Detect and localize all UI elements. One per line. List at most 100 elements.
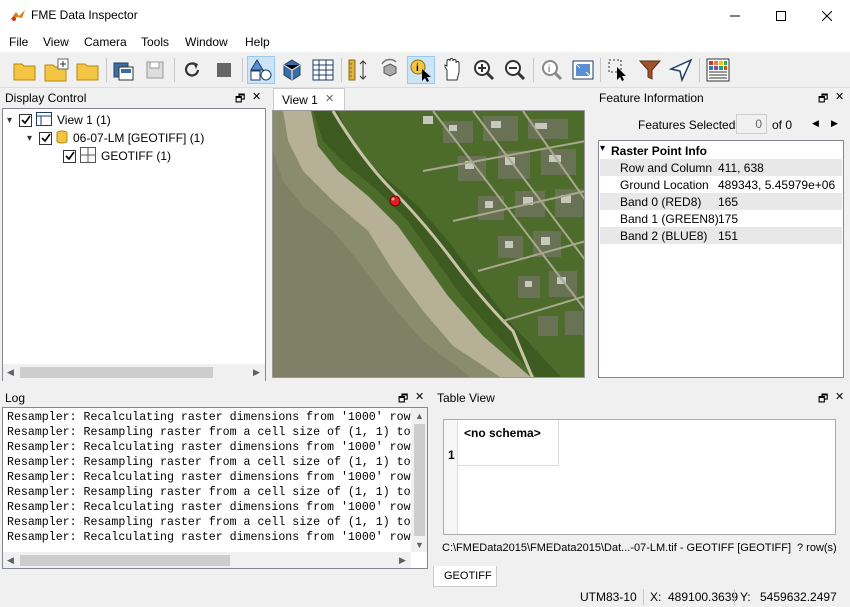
table-view-title: Table View bbox=[437, 391, 495, 405]
y-coord-value: 5459632.2497 bbox=[760, 590, 837, 604]
row-key: Band 1 (GREEN8) bbox=[620, 212, 719, 226]
query-icon[interactable]: i bbox=[538, 56, 566, 84]
feature-info-title: Feature Information bbox=[599, 91, 704, 105]
log-line: Resampler: Recalculating raster dimensio… bbox=[7, 441, 411, 454]
chevron-down-icon[interactable]: ▾ bbox=[600, 143, 605, 154]
raster-icon bbox=[80, 146, 96, 166]
tab-geotiff[interactable]: GEOTIFF bbox=[433, 566, 497, 587]
row-value: 165 bbox=[718, 195, 739, 209]
tab-view-1[interactable]: View 1 ✕ bbox=[273, 88, 345, 110]
close-icon[interactable]: ✕ bbox=[325, 92, 334, 105]
previous-feature-icon[interactable]: ◀ bbox=[812, 118, 819, 129]
log-line: Resampler: Recalculating raster dimensio… bbox=[7, 531, 411, 544]
scroll-right-icon[interactable]: ▶ bbox=[399, 555, 406, 566]
log-line: Resampler: Resampling raster from a cell… bbox=[7, 516, 411, 529]
row-key: Band 0 (RED8) bbox=[620, 195, 702, 209]
scroll-left-icon[interactable]: ◀ bbox=[7, 555, 14, 566]
x-coord-label: X: bbox=[650, 590, 662, 604]
maximize-button[interactable] bbox=[758, 0, 804, 31]
next-feature-icon[interactable]: ▶ bbox=[831, 118, 838, 129]
add-dataset-icon[interactable] bbox=[43, 56, 71, 84]
tab-label: GEOTIFF bbox=[444, 570, 492, 582]
menu-file[interactable]: File bbox=[9, 35, 28, 49]
close-icon[interactable]: ✕ bbox=[415, 390, 424, 403]
row-key: Row and Column bbox=[620, 161, 713, 175]
save-icon[interactable] bbox=[142, 56, 170, 84]
save-view-icon[interactable] bbox=[110, 56, 138, 84]
checkbox[interactable] bbox=[19, 113, 32, 127]
table-grid[interactable]: <no schema> 1 bbox=[443, 419, 836, 535]
row-value: 175 bbox=[718, 212, 739, 226]
chevron-down-icon[interactable]: ▾ bbox=[27, 133, 39, 144]
float-icon[interactable]: 🗗 bbox=[235, 90, 245, 109]
menu-view[interactable]: View bbox=[43, 35, 69, 49]
close-icon[interactable]: ✕ bbox=[252, 90, 261, 103]
3d-view-icon[interactable] bbox=[278, 56, 306, 84]
close-window-button[interactable] bbox=[804, 0, 850, 31]
menu-tools[interactable]: Tools bbox=[141, 35, 169, 49]
map-canvas[interactable] bbox=[272, 110, 585, 378]
scroll-down-icon[interactable]: ▼ bbox=[415, 540, 424, 550]
background-map-icon[interactable] bbox=[704, 56, 732, 84]
float-icon[interactable]: 🗗 bbox=[818, 390, 828, 409]
y-coord-label: Y: bbox=[740, 590, 751, 604]
select-icon[interactable] bbox=[605, 56, 633, 84]
2d-view-icon[interactable] bbox=[247, 56, 275, 84]
row-number[interactable]: 1 bbox=[448, 448, 455, 462]
menu-camera[interactable]: Camera bbox=[84, 35, 127, 49]
zoom-out-icon[interactable] bbox=[501, 56, 529, 84]
features-selected-input[interactable]: 0 bbox=[736, 114, 767, 134]
table-source-path: C:\FMEData2015\FMEData2015\Dat...-07-LM.… bbox=[442, 542, 792, 554]
feature-info-row: Band 2 (BLUE8) 151 bbox=[600, 227, 842, 244]
log-line: Resampler: Recalculating raster dimensio… bbox=[7, 411, 411, 424]
tree-item-view[interactable]: ▾ View 1 (1) bbox=[7, 111, 111, 129]
feature-info-header: Feature Information 🗗 ✕ bbox=[594, 89, 850, 107]
measure-icon[interactable] bbox=[345, 56, 373, 84]
refresh-icon[interactable] bbox=[178, 56, 206, 84]
log-output[interactable]: Resampler: Recalculating raster dimensio… bbox=[2, 407, 428, 569]
horizontal-scrollbar[interactable]: ◀ ▶ bbox=[3, 552, 411, 568]
horizontal-scrollbar[interactable]: ◀ ▶ bbox=[3, 364, 265, 381]
row-value: 411, 638 bbox=[718, 161, 764, 175]
zoom-in-icon[interactable] bbox=[470, 56, 498, 84]
close-icon[interactable]: ✕ bbox=[835, 390, 844, 403]
scroll-left-icon[interactable]: ◀ bbox=[7, 367, 14, 378]
filter-icon[interactable] bbox=[636, 56, 664, 84]
inspect-select-icon[interactable]: i bbox=[407, 56, 435, 84]
checkbox[interactable] bbox=[39, 131, 52, 145]
feature-info-row: Band 0 (RED8) 165 bbox=[600, 193, 842, 210]
row-value: 151 bbox=[718, 229, 739, 243]
tree-item-label: GEOTIFF (1) bbox=[101, 149, 171, 163]
tree-item-label: 06-07-LM [GEOTIFF] (1) bbox=[73, 131, 205, 145]
row-header-column bbox=[444, 420, 458, 534]
raster-point-info-section[interactable]: ▾ Raster Point Info bbox=[600, 142, 842, 159]
menu-help[interactable]: Help bbox=[245, 35, 270, 49]
window-title: FME Data Inspector bbox=[31, 8, 138, 22]
log-line: Resampler: Resampling raster from a cell… bbox=[7, 486, 411, 499]
open-folder-icon[interactable] bbox=[11, 56, 39, 84]
stop-icon[interactable] bbox=[210, 56, 238, 84]
log-line: Resampler: Resampling raster from a cell… bbox=[7, 426, 411, 439]
minimize-button[interactable] bbox=[712, 0, 758, 31]
tree-item-feature-type[interactable]: GEOTIFF (1) bbox=[63, 146, 171, 166]
column-header[interactable]: <no schema> bbox=[458, 420, 559, 466]
display-control-tree: ▾ View 1 (1) ▾ 06-07-LM [GEOTIFF] (1) GE… bbox=[2, 108, 266, 381]
orbit-icon[interactable] bbox=[376, 56, 404, 84]
table-icon[interactable] bbox=[309, 56, 337, 84]
scroll-right-icon[interactable]: ▶ bbox=[253, 367, 260, 378]
features-total-label: of 0 bbox=[772, 118, 793, 132]
x-coord-value: 489100.3639 bbox=[668, 590, 739, 604]
zoom-extent-icon[interactable] bbox=[569, 56, 597, 84]
checkbox[interactable] bbox=[63, 149, 76, 163]
scroll-up-icon[interactable]: ▲ bbox=[415, 411, 424, 421]
pan-hand-icon[interactable] bbox=[438, 56, 466, 84]
folder-icon[interactable] bbox=[74, 56, 102, 84]
vertical-scrollbar[interactable]: ▲ ▼ bbox=[411, 408, 427, 552]
log-line: Resampler: Resampling raster from a cell… bbox=[7, 456, 411, 469]
chevron-down-icon[interactable]: ▾ bbox=[7, 115, 19, 126]
tree-item-dataset[interactable]: ▾ 06-07-LM [GEOTIFF] (1) bbox=[27, 129, 204, 147]
menu-window[interactable]: Window bbox=[185, 35, 228, 49]
close-icon[interactable]: ✕ bbox=[835, 90, 844, 103]
float-icon[interactable]: 🗗 bbox=[818, 90, 828, 109]
navigate-icon[interactable] bbox=[667, 56, 695, 84]
